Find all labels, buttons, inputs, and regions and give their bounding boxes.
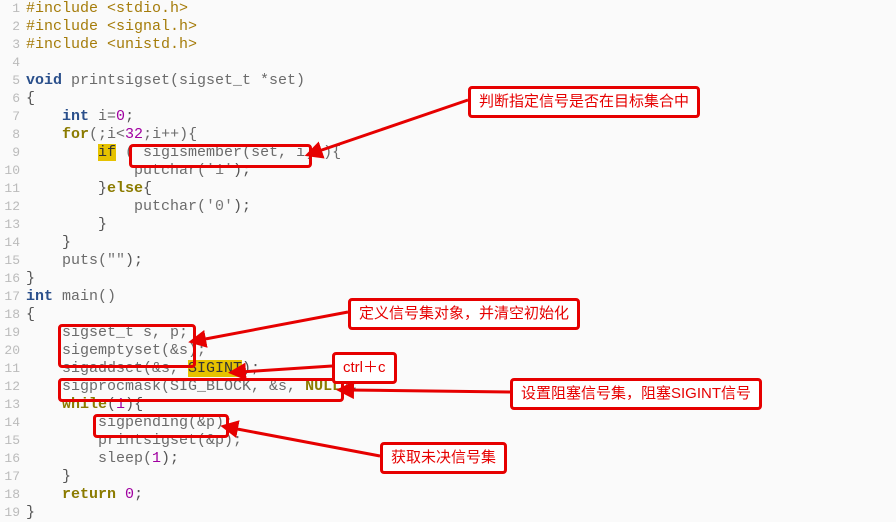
line-number: 19 — [0, 504, 26, 522]
code-line: } — [26, 468, 71, 486]
line-number: 16 — [0, 450, 26, 468]
code-line: sigpending(&p); — [26, 414, 233, 432]
line-number: 19 — [0, 324, 26, 342]
line-number: 12 — [0, 198, 26, 216]
line-number: 14 — [0, 414, 26, 432]
code-line: }else{ — [26, 180, 152, 198]
line-number: 9 — [0, 144, 26, 162]
line-number: 13 — [0, 396, 26, 414]
code-line: void printsigset(sigset_t *set) — [26, 72, 305, 90]
line-number: 2 — [0, 18, 26, 36]
code-line: #include <stdio.h> — [26, 0, 188, 18]
annotation-sigpending: 获取未决信号集 — [380, 442, 507, 474]
code-line: { — [26, 90, 35, 108]
code-line: #include <signal.h> — [26, 18, 197, 36]
code-line: #include <unistd.h> — [26, 36, 197, 54]
code-line: int i=0; — [26, 108, 134, 126]
code-line: sigprocmask(SIG_BLOCK, &s, NULL); — [26, 378, 359, 396]
code-line: sigaddset(&s, SIGINT); — [26, 360, 260, 378]
code-line: if ( sigismember(set, i) ){ — [26, 144, 341, 162]
line-number: 5 — [0, 72, 26, 90]
line-number: 20 — [0, 342, 26, 360]
line-number: 6 — [0, 90, 26, 108]
line-number: 11 — [0, 180, 26, 198]
code-line: while(1){ — [26, 396, 143, 414]
line-number: 11 — [0, 360, 26, 378]
code-line: { — [26, 306, 35, 324]
annotation-sigprocmask: 设置阻塞信号集，阻塞SIGINT信号 — [510, 378, 762, 410]
code-line: printsigset(&p); — [26, 432, 242, 450]
line-number: 18 — [0, 486, 26, 504]
line-number: 1 — [0, 0, 26, 18]
annotation-sigset-decl: 定义信号集对象，并清空初始化 — [348, 298, 580, 330]
line-number: 10 — [0, 162, 26, 180]
code-line: sleep(1); — [26, 450, 179, 468]
code-line: } — [26, 234, 71, 252]
code-line: sigset_t s, p; — [26, 324, 188, 342]
code-line: } — [26, 504, 35, 522]
code-line: } — [26, 270, 35, 288]
code-line: putchar('1'); — [26, 162, 251, 180]
line-number: 17 — [0, 288, 26, 306]
code-line: } — [26, 216, 107, 234]
code-line: return 0; — [26, 486, 143, 504]
line-number: 15 — [0, 432, 26, 450]
line-number: 15 — [0, 252, 26, 270]
line-number: 13 — [0, 216, 26, 234]
line-number: 8 — [0, 126, 26, 144]
code-line: puts(""); — [26, 252, 143, 270]
code-line: int main() — [26, 288, 116, 306]
line-number: 16 — [0, 270, 26, 288]
line-number: 4 — [0, 54, 26, 72]
line-number: 3 — [0, 36, 26, 54]
annotation-ctrlc: ctrl＋c — [332, 352, 397, 384]
annotation-sigismember: 判断指定信号是否在目标集合中 — [468, 86, 700, 118]
line-number: 7 — [0, 108, 26, 126]
line-number: 14 — [0, 234, 26, 252]
code-editor: 1#include <stdio.h> 2#include <signal.h>… — [0, 0, 640, 522]
line-number: 18 — [0, 306, 26, 324]
line-number: 12 — [0, 378, 26, 396]
line-number: 17 — [0, 468, 26, 486]
code-line: sigemptyset(&s); — [26, 342, 206, 360]
code-line: for(;i<32;i++){ — [26, 126, 197, 144]
code-line: putchar('0'); — [26, 198, 251, 216]
